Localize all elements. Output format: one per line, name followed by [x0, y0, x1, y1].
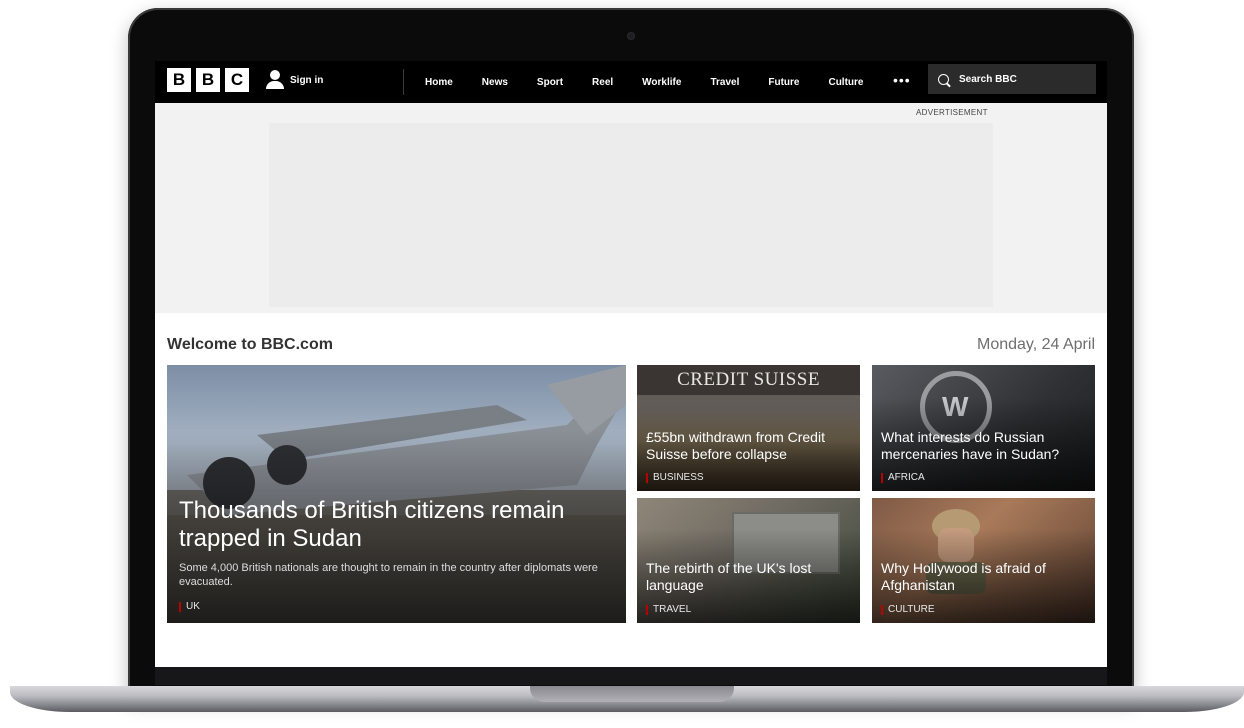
main-story-card[interactable]: Thousands of British citizens remain tra… — [167, 365, 626, 623]
browser-screen: B B C Sign in Home News Sport Reel Workl… — [155, 61, 1107, 667]
advertisement-area: ADVERTISEMENT — [155, 103, 1107, 313]
laptop-chin — [155, 667, 1107, 685]
top-navigation: B B C Sign in Home News Sport Reel Workl… — [155, 61, 1107, 103]
nav-item-worklife[interactable]: Worklife — [642, 77, 681, 88]
nav-item-home[interactable]: Home — [425, 77, 453, 88]
logo-letter-c: C — [225, 68, 249, 92]
main-nav: Home News Sport Reel Worklife Travel Fut… — [425, 61, 892, 103]
nav-item-news[interactable]: News — [482, 77, 508, 88]
nav-item-future[interactable]: Future — [768, 77, 799, 88]
page-title: Welcome to BBC.com — [167, 336, 333, 353]
main-story-tag[interactable]: UK — [179, 601, 200, 612]
nav-item-sport[interactable]: Sport — [537, 77, 563, 88]
story-card-credit-suisse[interactable]: CREDIT SUISSE £55bn withdrawn from Credi… — [637, 365, 860, 491]
search-box[interactable] — [928, 64, 1096, 94]
story-tag[interactable]: TRAVEL — [646, 604, 691, 615]
camera-icon — [628, 33, 634, 39]
story-tag[interactable]: AFRICA — [881, 472, 925, 483]
story-headline[interactable]: £55bn withdrawn from Credit Suisse befor… — [646, 429, 852, 463]
nav-item-reel[interactable]: Reel — [592, 77, 613, 88]
nav-item-culture[interactable]: Culture — [828, 77, 863, 88]
story-card-hollywood-afghanistan[interactable]: Why Hollywood is afraid of Afghanistan C… — [872, 498, 1095, 623]
current-date: Monday, 24 April — [977, 336, 1095, 353]
search-icon — [938, 73, 949, 85]
advertisement-label: ADVERTISEMENT — [916, 108, 988, 117]
bbc-logo[interactable]: B B C — [167, 68, 249, 92]
story-tag[interactable]: BUSINESS — [646, 472, 704, 483]
user-icon — [266, 70, 284, 90]
more-menu-icon[interactable]: ••• — [893, 72, 911, 88]
story-card-russian-mercenaries[interactable]: W What interests do Russian mercenaries … — [872, 365, 1095, 491]
story-tag[interactable]: CULTURE — [881, 604, 934, 615]
main-story-headline[interactable]: Thousands of British citizens remain tra… — [179, 497, 586, 553]
credit-suisse-sign: CREDIT SUISSE — [637, 365, 860, 395]
story-card-lost-language[interactable]: The rebirth of the UK's lost language TR… — [637, 498, 860, 623]
sign-in-button[interactable]: Sign in — [266, 70, 323, 90]
story-headline[interactable]: The rebirth of the UK's lost language — [646, 560, 852, 594]
logo-letter-b2: B — [196, 68, 220, 92]
nav-divider — [403, 69, 404, 95]
main-story-summary: Some 4,000 British nationals are thought… — [179, 562, 598, 588]
search-input[interactable] — [957, 72, 1091, 86]
nav-item-travel[interactable]: Travel — [710, 77, 739, 88]
story-headline[interactable]: Why Hollywood is afraid of Afghanistan — [881, 560, 1087, 594]
laptop-notch — [530, 686, 734, 702]
story-headline[interactable]: What interests do Russian mercenaries ha… — [881, 429, 1087, 463]
advertisement-slot[interactable] — [269, 123, 993, 307]
logo-letter-b1: B — [167, 68, 191, 92]
sign-in-label: Sign in — [290, 74, 324, 86]
